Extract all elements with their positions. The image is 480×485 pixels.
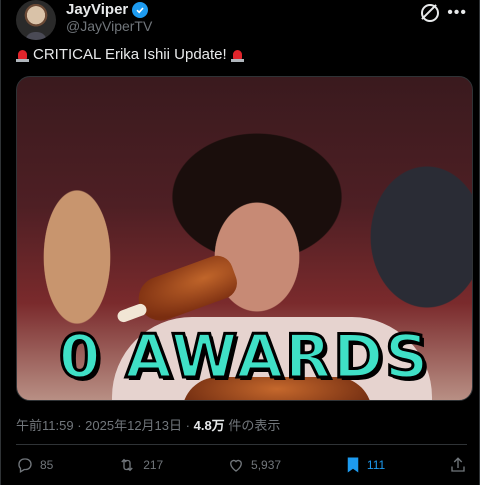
verified-badge-icon (132, 1, 149, 18)
author-handle[interactable]: @JayViperTV (66, 18, 152, 34)
tweet-meta: 午前11:59 · 2025年12月13日 · 4.8万 件の表示 (16, 415, 280, 434)
repost-button[interactable]: 217 (117, 456, 163, 474)
siren-emoji-icon (16, 48, 29, 62)
views-label: 件の表示 (228, 418, 281, 433)
bookmark-icon (345, 456, 361, 474)
tweet-time[interactable]: 午前11:59 (16, 418, 74, 433)
reply-icon (16, 456, 34, 474)
views-count: 4.8万 (193, 418, 225, 433)
tweet-container: JayViper @JayViperTV ••• CRITICAL Erika … (0, 0, 480, 485)
tweet-text-body: CRITICAL Erika Ishii Update! (33, 46, 227, 63)
tweet-header: JayViper @JayViperTV ••• (16, 0, 467, 40)
meta-separator: · (77, 418, 82, 433)
media-overlay-text: 0 AWARDS (57, 321, 431, 394)
grok-icon[interactable] (421, 4, 439, 22)
tweet-date[interactable]: 2025年12月13日 (85, 418, 182, 433)
author-name-row[interactable]: JayViper (66, 1, 149, 18)
tweet-media-image[interactable]: 0 AWARDS (16, 76, 473, 401)
heart-icon (227, 456, 245, 474)
author-name[interactable]: JayViper (66, 1, 128, 18)
bookmark-count: 111 (366, 458, 386, 472)
tweet-text: CRITICAL Erika Ishii Update! (16, 46, 244, 63)
repost-count: 217 (143, 458, 164, 472)
more-options-icon[interactable]: ••• (447, 4, 467, 22)
share-button[interactable] (449, 456, 467, 474)
siren-emoji-icon (230, 48, 244, 62)
media-bone-shape (115, 302, 149, 324)
avatar[interactable] (16, 0, 56, 40)
like-count: 5,937 (251, 458, 282, 472)
reply-button[interactable]: 85 (16, 456, 53, 474)
share-icon (449, 456, 467, 474)
like-button[interactable]: 5,937 (227, 456, 281, 474)
divider (16, 444, 467, 445)
reply-count: 85 (40, 458, 54, 472)
meta-separator: · (185, 418, 190, 433)
bookmark-button[interactable]: 111 (345, 456, 385, 474)
repost-icon (117, 456, 137, 474)
action-bar: 85 217 5,937 111 (16, 453, 467, 477)
media-drumstick-shape (132, 251, 242, 327)
